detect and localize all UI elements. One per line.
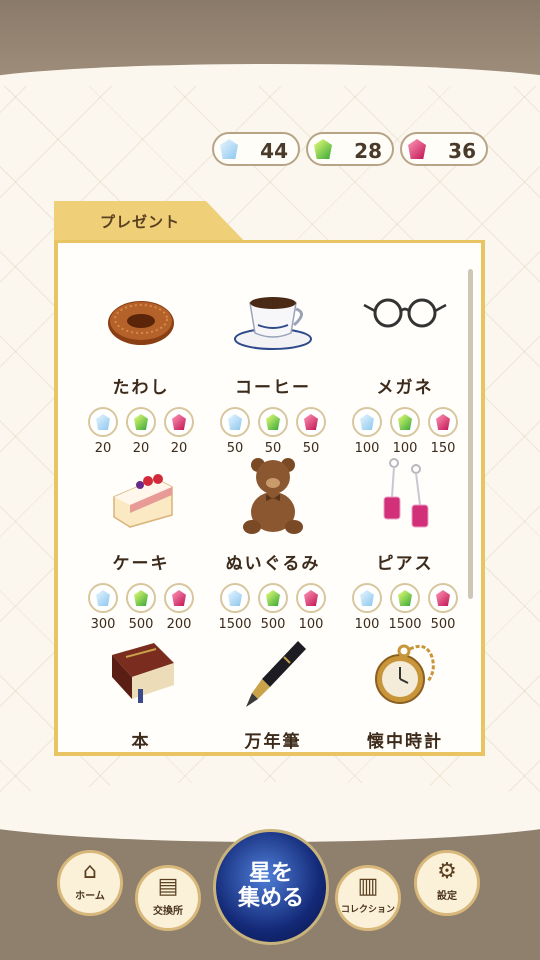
exchange-button[interactable]: ▤ 交換所 — [135, 865, 201, 931]
item-name: 懐中時計 — [367, 732, 443, 752]
present-item-fountain-pen[interactable]: 万年筆 — [208, 635, 338, 752]
home-label: ホーム — [75, 891, 105, 902]
blue-gem-icon — [360, 414, 374, 430]
item-name: ぬいぐるみ — [225, 554, 321, 574]
item-name: コーヒー — [235, 378, 311, 398]
red-gem-icon — [304, 414, 318, 430]
cake-icon — [96, 457, 186, 537]
present-item-plush[interactable]: ぬいぐるみ 1500 500 100 — [208, 457, 338, 632]
item-costs: 300 500 200 — [76, 583, 206, 632]
shop-icon: ▤ — [157, 874, 179, 899]
item-costs: 100 1500 500 — [340, 583, 470, 632]
collect-label-line1: 星を — [248, 861, 293, 886]
cost-blue: 1500 — [218, 583, 252, 632]
green-gem-icon — [314, 139, 332, 159]
item-costs: 20 20 20 — [76, 407, 206, 456]
cost-red: 20 — [162, 407, 196, 456]
blue-gem-icon — [360, 590, 374, 606]
red-gem-icon — [172, 414, 186, 430]
glasses-icon — [360, 281, 450, 361]
item-name: メガネ — [376, 378, 434, 398]
blue-gem-count: 44 — [260, 139, 288, 163]
green-gem-icon — [134, 590, 148, 606]
green-gem-icon — [134, 414, 148, 430]
cost-green: 100 — [388, 407, 422, 456]
present-item-earrings[interactable]: ピアス 100 1500 500 — [340, 457, 470, 632]
book-icon — [96, 635, 186, 715]
blue-gem-icon — [228, 590, 242, 606]
blue-gem-icon — [220, 139, 238, 159]
item-name: ケーキ — [112, 554, 170, 574]
collect-stars-button[interactable]: 星を 集める — [213, 829, 329, 945]
item-costs: 100 100 150 — [340, 407, 470, 456]
red-gem-count: 36 — [448, 139, 476, 163]
red-gem-icon — [436, 414, 450, 430]
green-gem-icon — [266, 414, 280, 430]
top-banner — [0, 0, 540, 108]
earrings-icon — [360, 457, 450, 537]
red-gem-icon — [408, 139, 426, 159]
cost-red: 50 — [294, 407, 328, 456]
present-item-cake[interactable]: ケーキ 300 500 200 — [76, 457, 206, 632]
cost-blue: 20 — [86, 407, 120, 456]
cost-green: 500 — [256, 583, 290, 632]
present-item-pocket-watch[interactable]: 懐中時計 — [340, 635, 470, 752]
present-item-tawashi[interactable]: たわし 20 20 20 — [76, 281, 206, 456]
cost-red: 100 — [294, 583, 328, 632]
cost-blue: 100 — [350, 407, 384, 456]
exchange-label: 交換所 — [153, 906, 183, 917]
item-name: 万年筆 — [244, 732, 302, 752]
collection-button[interactable]: ▥ コレクション — [335, 865, 401, 931]
green-gem-counter: 28 — [306, 132, 394, 166]
cost-blue: 300 — [86, 583, 120, 632]
present-panel: たわし 20 20 20 コーヒー 50 50 50 メガネ 100 100 1… — [54, 240, 485, 756]
present-item-book[interactable]: 本 — [76, 635, 206, 752]
present-item-coffee[interactable]: コーヒー 50 50 50 — [208, 281, 338, 456]
settings-button[interactable]: ⚙ 設定 — [414, 850, 480, 916]
cost-red: 200 — [162, 583, 196, 632]
green-gem-icon — [266, 590, 280, 606]
settings-label: 設定 — [437, 891, 457, 902]
fountain-pen-icon — [228, 635, 318, 715]
green-gem-icon — [398, 414, 412, 430]
blue-gem-icon — [96, 414, 110, 430]
scrub-brush-icon — [96, 281, 186, 361]
item-costs: 1500 500 100 — [208, 583, 338, 632]
cost-green: 500 — [124, 583, 158, 632]
collection-label: コレクション — [340, 905, 395, 915]
present-item-glasses[interactable]: メガネ 100 100 150 — [340, 281, 470, 456]
currency-bar: 44 28 36 — [212, 132, 488, 166]
blue-gem-icon — [228, 414, 242, 430]
teddy-bear-icon — [228, 457, 318, 537]
home-button[interactable]: ⌂ ホーム — [57, 850, 123, 916]
cost-blue: 100 — [350, 583, 384, 632]
blue-gem-counter: 44 — [212, 132, 300, 166]
item-name: 本 — [131, 732, 151, 752]
cabinet-icon: ▥ — [357, 874, 379, 899]
cost-red: 500 — [426, 583, 460, 632]
item-costs: 50 50 50 — [208, 407, 338, 456]
cost-green: 50 — [256, 407, 290, 456]
home-icon: ⌂ — [83, 859, 97, 884]
cost-red: 150 — [426, 407, 460, 456]
blue-gem-icon — [96, 590, 110, 606]
cost-green: 1500 — [388, 583, 422, 632]
item-name: たわし — [112, 378, 170, 398]
coffee-cup-icon — [228, 281, 318, 361]
red-gem-counter: 36 — [400, 132, 488, 166]
green-gem-count: 28 — [354, 139, 382, 163]
present-tab-label: プレゼント — [100, 213, 181, 231]
red-gem-icon — [304, 590, 318, 606]
item-name: ピアス — [376, 554, 434, 574]
red-gem-icon — [436, 590, 450, 606]
gear-icon: ⚙ — [437, 859, 457, 884]
pocket-watch-icon — [360, 635, 450, 715]
cost-blue: 50 — [218, 407, 252, 456]
cost-green: 20 — [124, 407, 158, 456]
green-gem-icon — [398, 590, 412, 606]
red-gem-icon — [172, 590, 186, 606]
collect-label-line2: 集める — [237, 886, 304, 911]
